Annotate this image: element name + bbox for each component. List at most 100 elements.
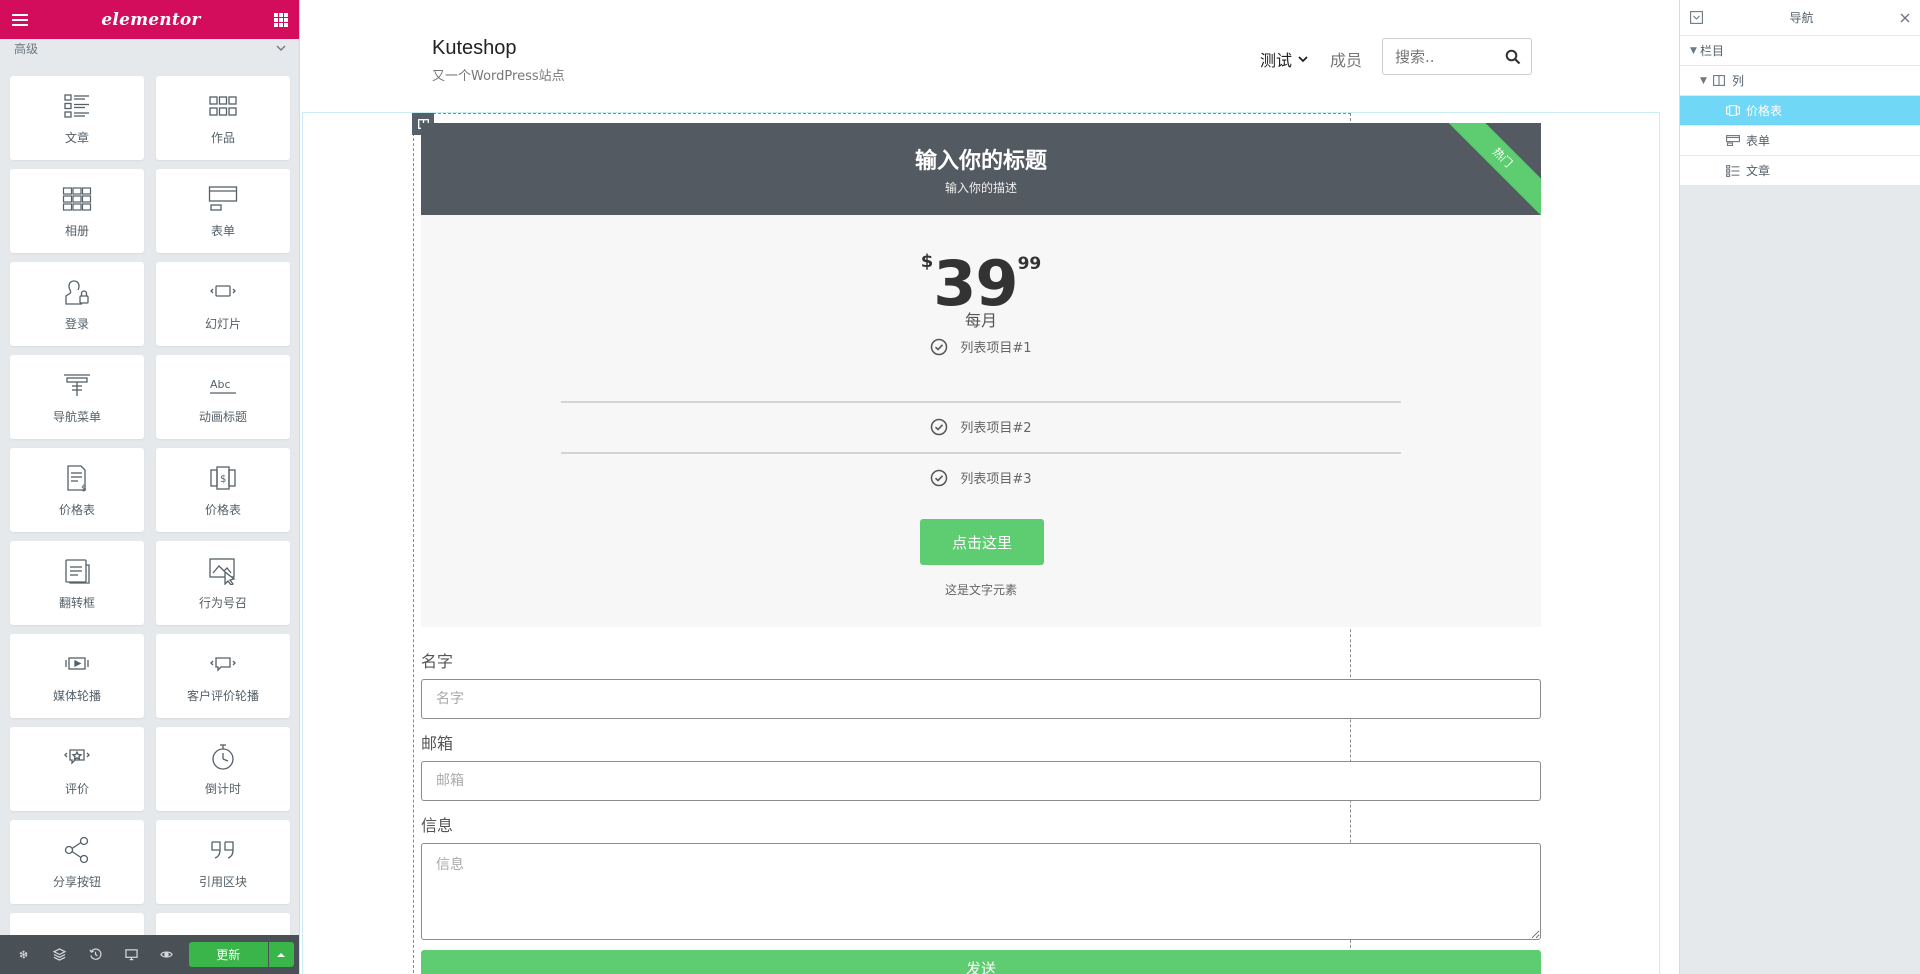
search-form bbox=[1382, 38, 1532, 75]
navigator-header: 导航 bbox=[1680, 0, 1920, 36]
widget-slides[interactable]: 幻灯片 bbox=[156, 262, 290, 346]
navigator-item-price-table[interactable]: 价格表 bbox=[1680, 96, 1920, 126]
category-header[interactable]: 高级 bbox=[0, 39, 299, 57]
widget-share-buttons[interactable]: 分享按钮 bbox=[10, 820, 144, 904]
collapse-all-icon[interactable] bbox=[1690, 11, 1703, 24]
widget-label: 文章 bbox=[64, 130, 89, 145]
widget-posts[interactable]: 文章 bbox=[10, 76, 144, 160]
site-title[interactable]: Kuteshop bbox=[432, 37, 517, 60]
message-field[interactable] bbox=[421, 843, 1541, 940]
chevron-down-icon bbox=[1298, 56, 1308, 63]
slides-icon bbox=[206, 277, 240, 307]
widget-label: 倒计时 bbox=[204, 781, 241, 796]
close-icon[interactable] bbox=[1900, 13, 1910, 23]
widget-blockquote[interactable]: 引用区块 bbox=[156, 820, 290, 904]
svg-text:Abc: Abc bbox=[210, 378, 231, 391]
countdown-icon bbox=[206, 742, 240, 772]
animated-headline-icon: Abc bbox=[206, 370, 240, 400]
elementor-panel: elementor 高级 文章 作品 相册 表单 登录 幻灯片 导航菜单 Abc… bbox=[0, 0, 300, 974]
share-icon bbox=[60, 835, 94, 865]
check-circle-icon bbox=[931, 418, 948, 435]
check-circle-icon bbox=[931, 469, 948, 486]
column-icon bbox=[1710, 74, 1728, 88]
settings-gear-icon[interactable] bbox=[6, 935, 42, 974]
form-icon bbox=[206, 184, 240, 214]
nav-item-members[interactable]: 成员 bbox=[1330, 47, 1362, 71]
search-input[interactable] bbox=[1383, 39, 1493, 74]
message-label: 信息 bbox=[421, 816, 454, 835]
testimonial-carousel-icon bbox=[206, 649, 240, 679]
navigator-layers-icon[interactable] bbox=[42, 935, 78, 974]
navigator-item-column[interactable]: ▼ 列 bbox=[1680, 66, 1920, 96]
price-table-button[interactable]: 点击这里 bbox=[920, 519, 1044, 565]
widget-call-to-action[interactable]: 行为号召 bbox=[156, 541, 290, 625]
widget-price-table[interactable]: $ 价格表 bbox=[156, 448, 290, 532]
navigator-item-posts[interactable]: 文章 bbox=[1680, 156, 1920, 186]
price-table-heading: 输入你的标题 bbox=[914, 149, 1047, 174]
widget-flip-box[interactable]: 翻转框 bbox=[10, 541, 144, 625]
search-icon[interactable] bbox=[1505, 49, 1521, 65]
widget-label: 翻转框 bbox=[58, 595, 95, 610]
price-table-icon: $ bbox=[206, 463, 240, 493]
call-to-action-icon bbox=[206, 556, 240, 586]
save-options-caret-icon[interactable] bbox=[268, 942, 294, 967]
widget-login[interactable]: 登录 bbox=[10, 262, 144, 346]
widget-countdown[interactable]: 倒计时 bbox=[156, 727, 290, 811]
chevron-down-icon bbox=[276, 41, 286, 55]
widget-label: 动画标题 bbox=[198, 409, 247, 424]
nav-menu-icon bbox=[60, 370, 94, 400]
widget-label: 引用区块 bbox=[198, 874, 247, 889]
svg-text:$: $ bbox=[220, 474, 226, 485]
category-title: 高级 bbox=[14, 41, 39, 56]
feature-text: 列表项目#3 bbox=[960, 472, 1032, 487]
navigator-item-label: 列 bbox=[1732, 74, 1745, 88]
nav-item-test[interactable]: 测试 bbox=[1260, 47, 1308, 71]
widget-label: 作品 bbox=[210, 130, 235, 145]
panel-header: elementor bbox=[0, 0, 299, 39]
widget-gallery[interactable]: 相册 bbox=[10, 169, 144, 253]
widget-media-carousel[interactable]: 媒体轮播 bbox=[10, 634, 144, 718]
widget-label: 分享按钮 bbox=[52, 874, 101, 889]
feature-text: 列表项目#1 bbox=[960, 341, 1032, 356]
widget-testimonial-carousel[interactable]: 客户评价轮播 bbox=[156, 634, 290, 718]
widget-animated-headline[interactable]: Abc 动画标题 bbox=[156, 355, 290, 439]
widget-price-list[interactable]: $ 价格表 bbox=[10, 448, 144, 532]
widget-label: 行为号召 bbox=[198, 595, 247, 610]
caret-down-icon[interactable]: ▼ bbox=[1690, 46, 1700, 56]
widget-nav-menu[interactable]: 导航菜单 bbox=[10, 355, 144, 439]
gallery-icon bbox=[60, 184, 94, 214]
email-label: 邮箱 bbox=[421, 734, 454, 753]
navigator-item-form[interactable]: 表单 bbox=[1680, 126, 1920, 156]
widget-portfolio[interactable]: 作品 bbox=[156, 76, 290, 160]
history-icon[interactable] bbox=[77, 935, 113, 974]
responsive-desktop-icon[interactable] bbox=[113, 935, 149, 974]
widget-label: 客户评价轮播 bbox=[186, 688, 259, 703]
widget-label: 表单 bbox=[210, 223, 235, 238]
navigator-item-label: 栏目 bbox=[1700, 44, 1725, 58]
posts-icon bbox=[60, 91, 94, 121]
navigator-item-section[interactable]: ▼ 栏目 bbox=[1680, 36, 1920, 66]
navigator-panel: 导航 ▼ 栏目 ▼ 列 价格表 表单 文章 bbox=[1679, 0, 1920, 974]
flip-box-icon bbox=[60, 556, 94, 586]
portfolio-icon bbox=[206, 91, 240, 121]
name-label: 名字 bbox=[421, 652, 454, 671]
preview-canvas: Kuteshop 又一个WordPress站点 测试 成员 输入你的标题 输入你… bbox=[300, 0, 1679, 974]
submit-button[interactable]: 发送 bbox=[421, 950, 1541, 974]
navigator-item-label: 文章 bbox=[1746, 164, 1771, 178]
name-field[interactable] bbox=[421, 679, 1541, 719]
form-icon bbox=[1724, 134, 1742, 148]
menu-icon[interactable] bbox=[12, 13, 28, 26]
update-button[interactable]: 更新 bbox=[188, 942, 268, 967]
widgets-grid-icon[interactable] bbox=[273, 12, 288, 27]
reviews-icon bbox=[60, 742, 94, 772]
email-field[interactable] bbox=[421, 761, 1541, 801]
preview-eye-icon[interactable] bbox=[149, 935, 185, 974]
widget-reviews[interactable]: 评价 bbox=[10, 727, 144, 811]
widget-form[interactable]: 表单 bbox=[156, 169, 290, 253]
login-icon bbox=[60, 277, 94, 307]
svg-text:$: $ bbox=[81, 484, 87, 492]
caret-down-icon[interactable]: ▼ bbox=[1700, 76, 1710, 86]
nav-item-label: 测试 bbox=[1260, 51, 1293, 70]
widget-label: 相册 bbox=[64, 223, 89, 238]
price-table-header: 输入你的标题 输入你的描述 热门 bbox=[421, 123, 1541, 215]
